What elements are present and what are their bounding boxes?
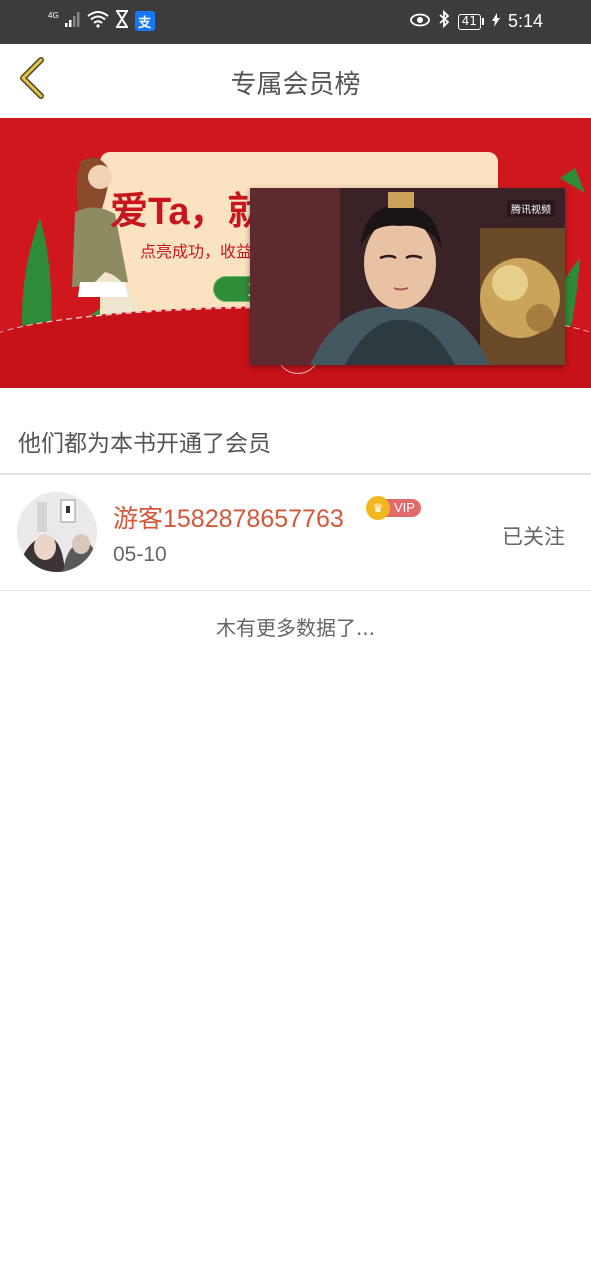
status-bar: 4G 支 41 5:14 [0,0,591,44]
divider [0,590,591,591]
follow-button[interactable]: 已关注 [502,521,565,551]
alipay-icon: 支 [134,11,155,31]
video-source-badge: 腾讯视频 [507,200,555,217]
status-left: 4G 支 [48,10,155,32]
signal-icon [64,11,81,31]
promo-headline: 爱Ta，就 [110,191,266,233]
eye-icon [409,12,430,32]
member-list-item[interactable]: 游客1582878657763 ♛ VIP 05-10 已关注 [0,475,591,590]
battery-level: 41 [457,13,481,30]
wifi-icon [87,10,109,32]
section-heading: 他们都为本书开通了会员 [18,431,271,457]
vip-badge: ♛ VIP [366,496,421,520]
charging-icon [491,12,500,32]
avatar[interactable] [17,492,97,572]
member-date: 05-10 [113,543,167,566]
bluetooth-icon [438,9,450,33]
crown-icon: ♛ [366,496,390,520]
floating-video-player[interactable]: 腾讯视频 [250,188,565,365]
app-header: 专属会员榜 [0,44,591,118]
network-type: 4G [48,10,59,20]
avatar-image [17,492,97,572]
promo-banner[interactable]: 爱Ta，就 点亮成功，收益立刻同步到作者大大账户 立即点亮会员 ♥ 腾讯视频 [0,118,591,388]
member-name[interactable]: 游客1582878657763 [113,499,344,535]
status-right: 41 5:14 [409,9,543,33]
no-more-data-text: 木有更多数据了... [215,616,376,640]
page-title: 专属会员榜 [230,70,361,100]
hourglass-icon [115,10,129,32]
battery-icon: 41 [457,13,484,30]
status-time: 5:14 [507,11,543,31]
